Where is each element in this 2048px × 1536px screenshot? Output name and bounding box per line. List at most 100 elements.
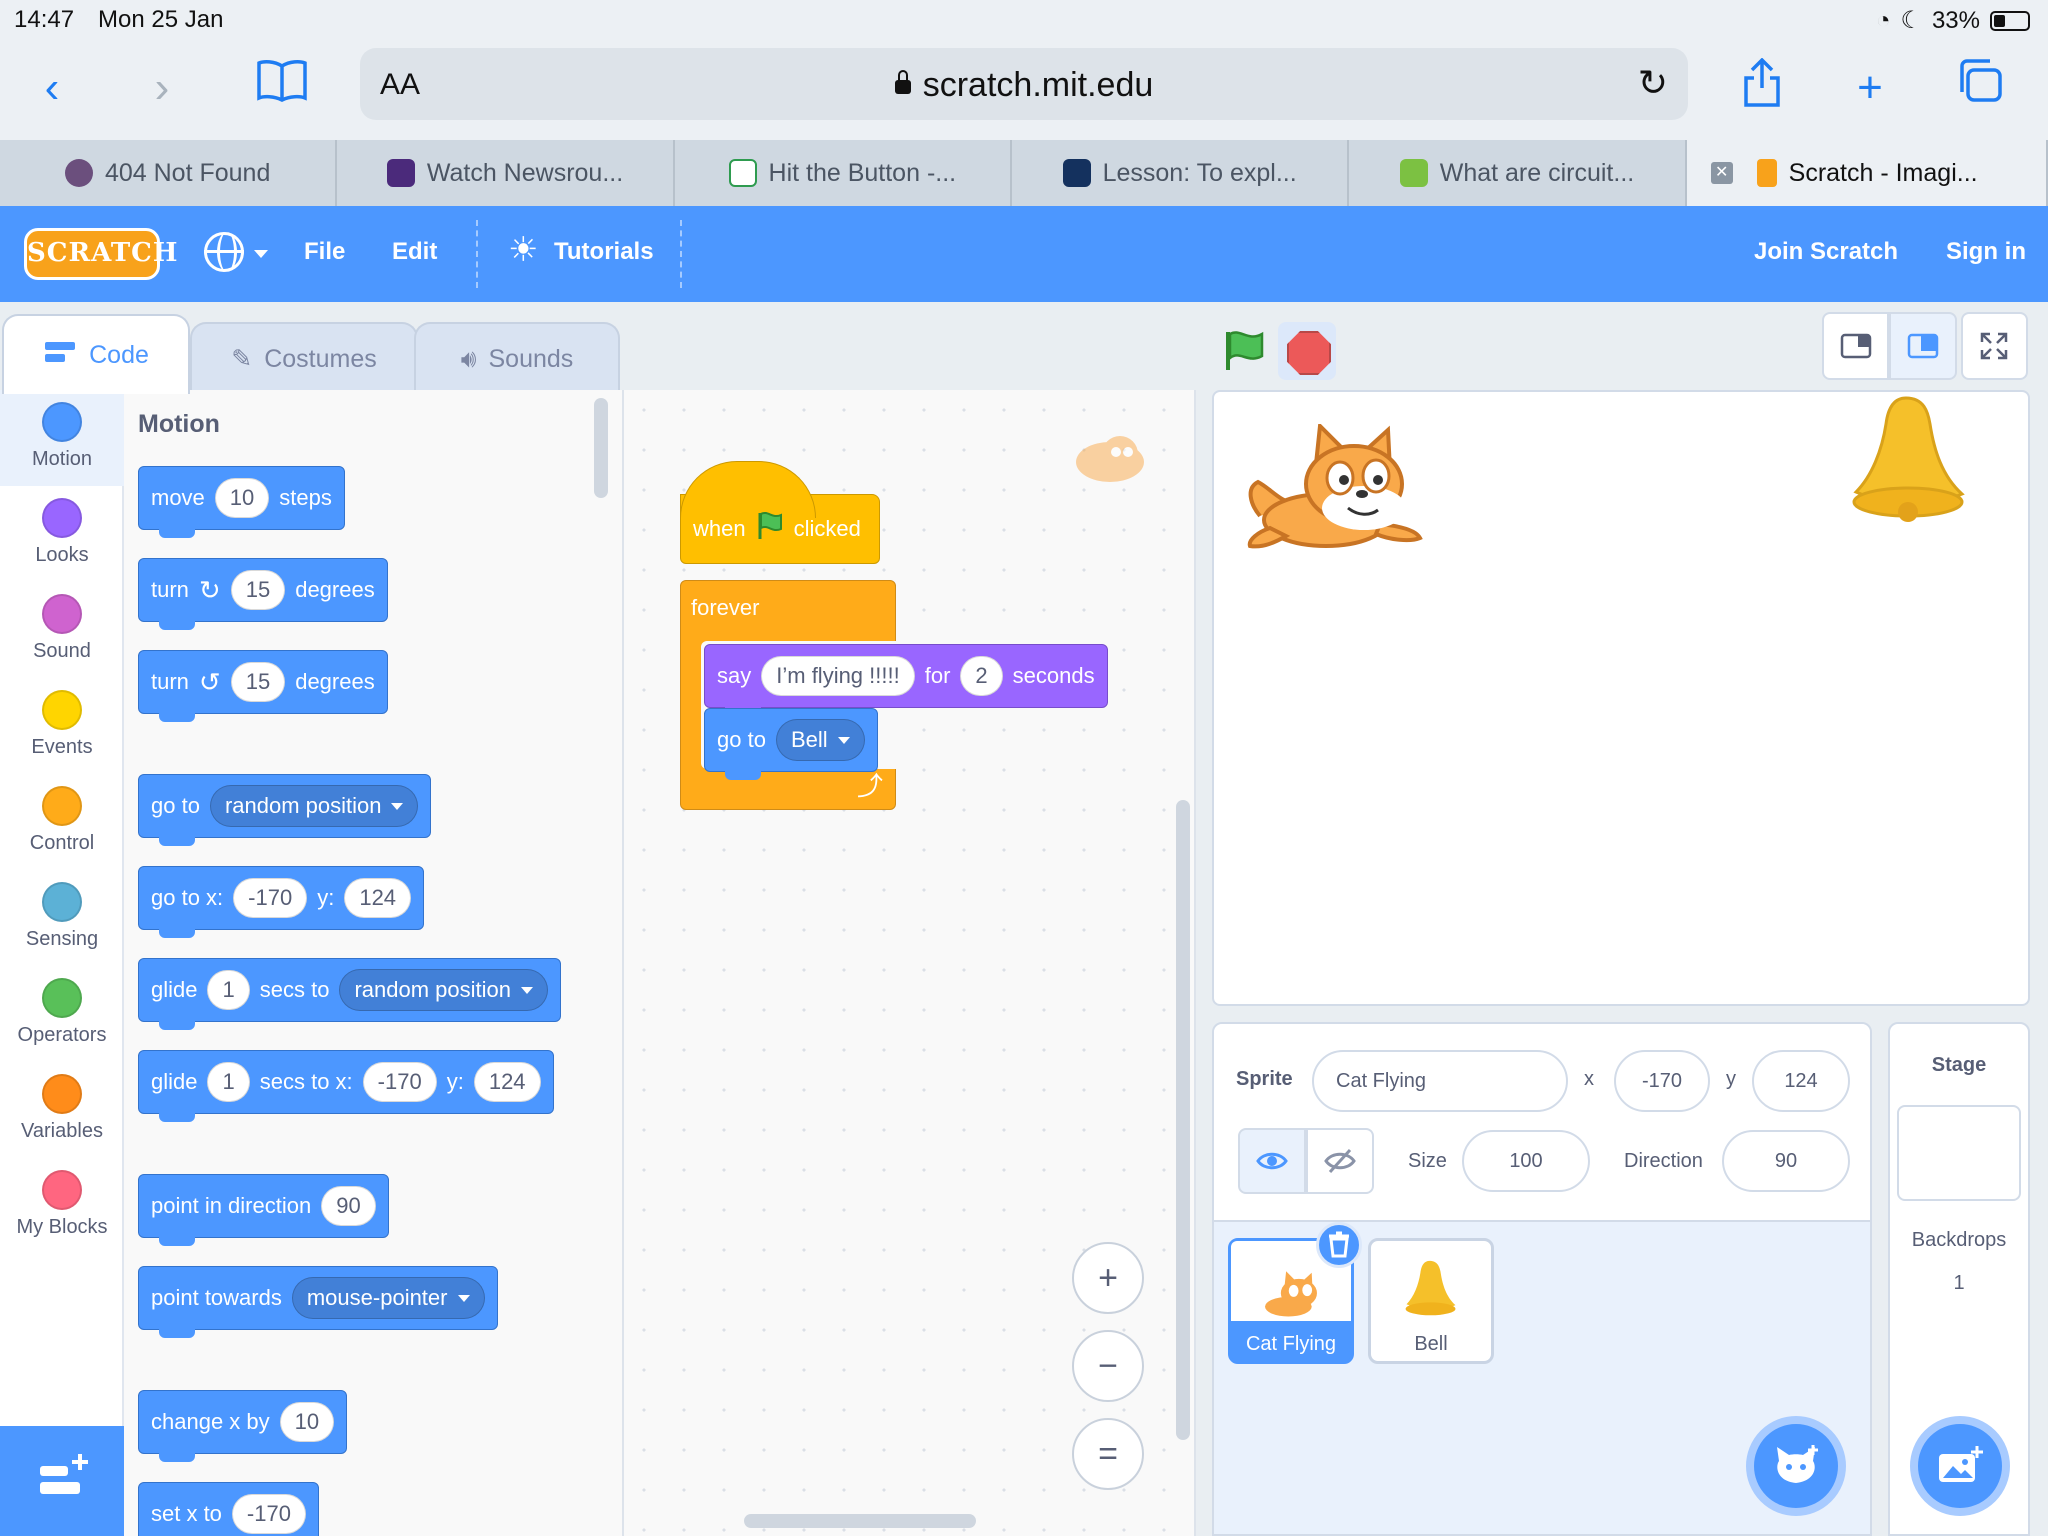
- tab-sounds[interactable]: 🔊︎ Sounds: [414, 322, 620, 394]
- zoom-in-button[interactable]: +: [1072, 1242, 1144, 1314]
- browser-tab[interactable]: Lesson: To expl...: [1012, 140, 1350, 206]
- block-glide-to-xy[interactable]: glide 1 secs to x: -170 y: 124: [138, 1050, 554, 1122]
- category-operators[interactable]: Operators: [0, 966, 124, 1062]
- block-input[interactable]: 2: [960, 656, 1003, 696]
- block-dropdown[interactable]: mouse-pointer: [291, 1277, 485, 1319]
- close-tab-icon[interactable]: ✕: [1710, 162, 1733, 184]
- small-stage-button[interactable]: [1822, 312, 1890, 380]
- forward-icon[interactable]: ›: [132, 58, 192, 118]
- stage-thumbnail[interactable]: [1897, 1105, 2021, 1201]
- scratch-favicon-icon: [1756, 159, 1777, 187]
- stop-button[interactable]: [1278, 322, 1336, 380]
- block-say-for-secs[interactable]: say I’m flying !!!!! for 2 seconds: [704, 644, 1108, 716]
- block-glide-to[interactable]: glide 1 secs to random position: [138, 958, 561, 1030]
- browser-tab[interactable]: What are circuit...: [1349, 140, 1687, 206]
- block-go-to-bell[interactable]: go to Bell: [704, 708, 878, 780]
- back-icon[interactable]: ‹: [22, 58, 82, 118]
- block-move-steps[interactable]: move 10 steps: [138, 466, 345, 538]
- add-extension-button[interactable]: [0, 1426, 124, 1536]
- block-input[interactable]: 90: [321, 1186, 376, 1226]
- join-scratch-link[interactable]: Join Scratch: [1754, 238, 1898, 266]
- show-sprite-button[interactable]: [1238, 1128, 1306, 1194]
- category-variables[interactable]: Variables: [0, 1062, 124, 1158]
- block-input[interactable]: 15: [230, 662, 286, 702]
- language-globe-icon[interactable]: [204, 232, 244, 272]
- scratch-logo[interactable]: SCRATCH: [24, 228, 177, 280]
- block-dropdown[interactable]: Bell: [775, 719, 865, 761]
- block-input[interactable]: -170: [231, 1494, 306, 1534]
- cat-flying-sprite[interactable]: [1240, 424, 1426, 554]
- block-change-x[interactable]: change x by 10: [138, 1390, 348, 1462]
- block-turn-left[interactable]: turn ↺ 15 degrees: [138, 650, 388, 722]
- sprite-direction-input[interactable]: 90: [1722, 1130, 1850, 1192]
- sprite-size-input[interactable]: 100: [1462, 1130, 1590, 1192]
- address-bar[interactable]: AA scratch.mit.edu ↻: [360, 48, 1688, 120]
- category-events[interactable]: Events: [0, 678, 124, 774]
- new-tab-icon[interactable]: +: [1840, 58, 1900, 118]
- battery-icon: [1990, 10, 2030, 31]
- share-icon[interactable]: [1732, 57, 1792, 118]
- category-looks[interactable]: Looks: [0, 486, 124, 582]
- category-sensing[interactable]: Sensing: [0, 870, 124, 966]
- block-input[interactable]: 124: [473, 1062, 541, 1102]
- green-flag-button[interactable]: [1222, 328, 1266, 372]
- block-dropdown[interactable]: random position: [339, 969, 548, 1011]
- block-input[interactable]: 10: [279, 1402, 335, 1442]
- x-label: x: [1584, 1068, 1594, 1090]
- sign-in-link[interactable]: Sign in: [1946, 238, 2026, 266]
- reload-icon[interactable]: ↻: [1638, 62, 1668, 104]
- tab-costumes[interactable]: ✎ Costumes: [190, 322, 418, 394]
- fullscreen-button[interactable]: [1960, 312, 2028, 380]
- browser-tab-active[interactable]: ✕ Scratch - Imagi...: [1686, 140, 2048, 206]
- block-point-towards[interactable]: point towards mouse-pointer: [138, 1266, 498, 1338]
- script-horizontal-scrollbar[interactable]: [744, 1514, 976, 1528]
- bookmarks-icon[interactable]: [252, 58, 312, 118]
- sprite-name-input[interactable]: Cat Flying: [1312, 1050, 1568, 1112]
- block-input[interactable]: 10: [214, 478, 270, 518]
- block-input[interactable]: -170: [233, 878, 308, 918]
- block-input[interactable]: 1: [207, 1062, 250, 1102]
- browser-tab[interactable]: Hit the Button -...: [675, 140, 1012, 206]
- category-dot: [42, 594, 82, 634]
- block-go-to-xy[interactable]: go to x: -170 y: 124: [138, 866, 425, 938]
- category-sound[interactable]: Sound: [0, 582, 124, 678]
- block-input[interactable]: 15: [230, 570, 286, 610]
- paintbrush-icon: ✎: [231, 345, 253, 373]
- block-input[interactable]: -170: [362, 1062, 437, 1102]
- block-go-to[interactable]: go to random position: [138, 774, 432, 846]
- category-my-blocks[interactable]: My Blocks: [0, 1158, 124, 1254]
- file-menu[interactable]: File: [304, 238, 345, 266]
- zoom-reset-button[interactable]: =: [1072, 1418, 1144, 1490]
- block-when-flag-clicked[interactable]: when clicked: [680, 461, 880, 564]
- hide-sprite-button[interactable]: [1306, 1128, 1374, 1194]
- choose-backdrop-button[interactable]: [1910, 1416, 2010, 1516]
- block-set-x[interactable]: set x to -170: [138, 1482, 319, 1536]
- stage-canvas[interactable]: [1212, 390, 2030, 1006]
- script-area[interactable]: when clicked forever ⤴ say I’m flying !!!…: [624, 390, 1196, 1536]
- block-point-in-direction[interactable]: point in direction 90: [138, 1174, 389, 1246]
- palette-scrollbar[interactable]: [594, 398, 608, 498]
- tutorials-menu[interactable]: Tutorials: [554, 238, 654, 266]
- block-turn-right[interactable]: turn ↻ 15 degrees: [138, 558, 388, 630]
- sprite-y-input[interactable]: 124: [1752, 1050, 1850, 1112]
- choose-sprite-button[interactable]: [1746, 1416, 1846, 1516]
- tabs-overview-icon[interactable]: [1950, 58, 2010, 118]
- block-input[interactable]: 1: [207, 970, 250, 1010]
- tab-code[interactable]: Code: [2, 314, 190, 394]
- block-input[interactable]: 124: [344, 878, 412, 918]
- bell-sprite[interactable]: [1844, 394, 1974, 524]
- zoom-out-button[interactable]: −: [1072, 1330, 1144, 1402]
- block-input[interactable]: I’m flying !!!!!: [761, 656, 915, 696]
- category-control[interactable]: Control: [0, 774, 124, 870]
- browser-tab[interactable]: 404 Not Found: [0, 140, 338, 206]
- browser-tab[interactable]: Watch Newsrou...: [337, 140, 675, 206]
- delete-sprite-button[interactable]: [1316, 1222, 1362, 1268]
- block-dropdown[interactable]: random position: [209, 785, 419, 827]
- visibility-toggle: [1238, 1128, 1374, 1194]
- large-stage-button[interactable]: [1889, 312, 1957, 380]
- edit-menu[interactable]: Edit: [392, 238, 437, 266]
- sprite-x-input[interactable]: -170: [1614, 1050, 1710, 1112]
- sprite-tile-bell[interactable]: Bell: [1368, 1238, 1494, 1364]
- category-motion[interactable]: Motion: [0, 390, 124, 486]
- script-vertical-scrollbar[interactable]: [1176, 800, 1190, 1440]
